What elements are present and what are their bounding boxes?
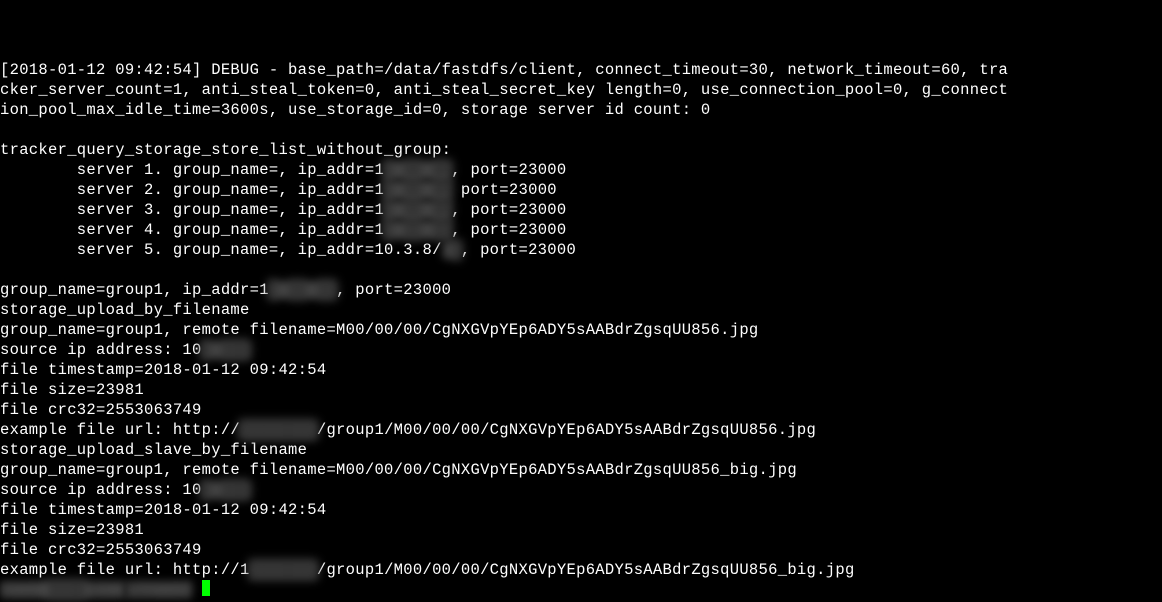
cursor [202, 580, 210, 596]
terminal-output: [2018-01-12 09:42:54] DEBUG - base_path=… [0, 60, 1162, 600]
